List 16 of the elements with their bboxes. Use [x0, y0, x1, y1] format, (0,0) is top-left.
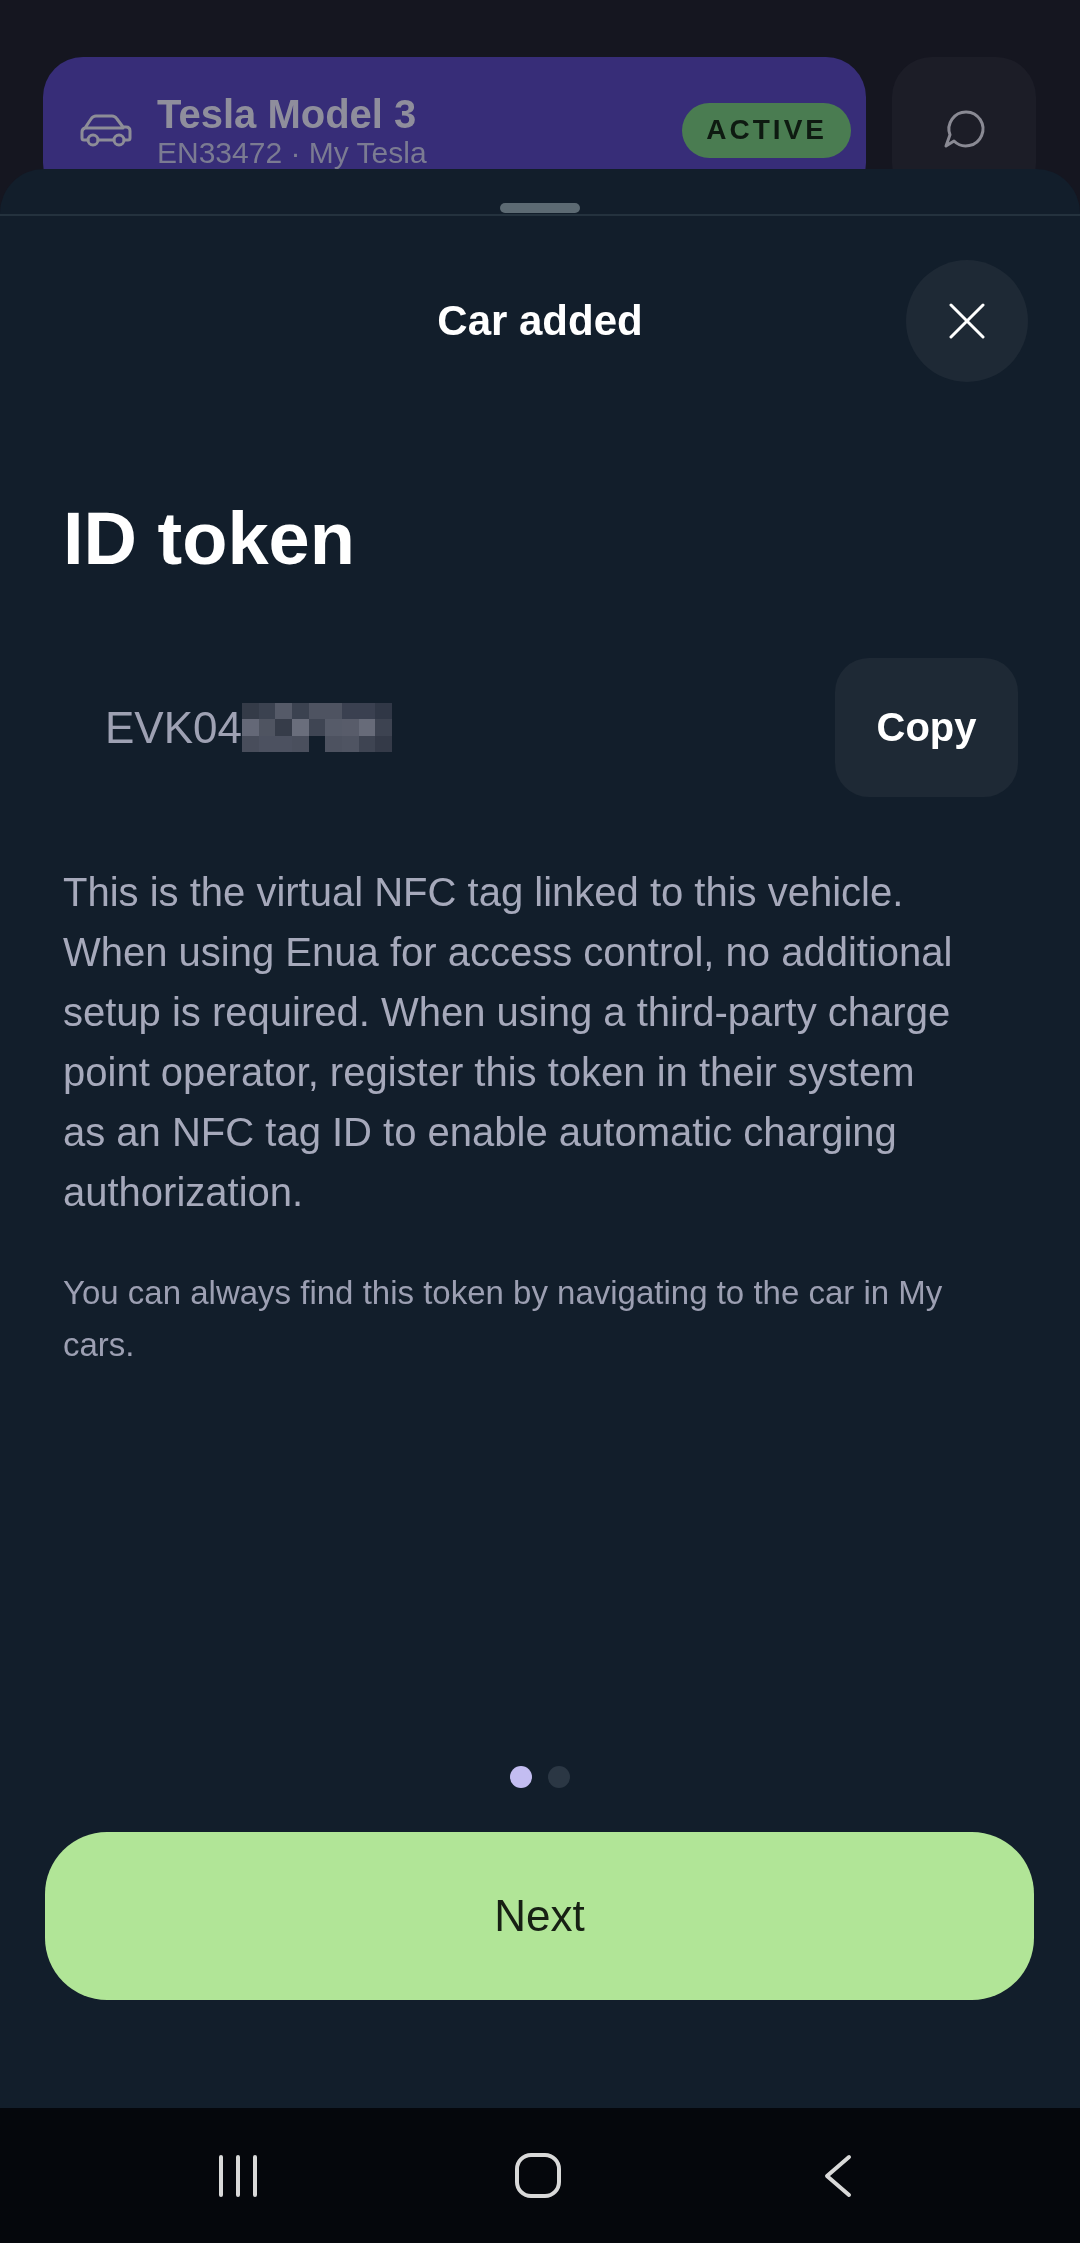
- sheet-title: Car added: [437, 297, 643, 345]
- description-text: This is the virtual NFC tag linked to this vehicle. When using Enua for access control, no additional setup is required. When using a third-party charge point operator, register this token in their system as an NFC tag ID to enable automatic charging authorization.: [63, 869, 954, 1216]
- note-text: You can always find this token by navigating to the car in My cars.: [63, 1273, 944, 1365]
- token-value: EVK04: [105, 702, 242, 753]
- status-badge: ACTIVE: [682, 102, 851, 158]
- car-icon: [79, 113, 133, 147]
- next-button[interactable]: Next: [45, 1832, 1034, 2000]
- close-icon: [949, 303, 985, 339]
- drag-handle[interactable]: [500, 203, 580, 213]
- recent-apps-icon[interactable]: [218, 2153, 258, 2198]
- back-icon[interactable]: [824, 2153, 852, 2198]
- home-icon[interactable]: [515, 2153, 561, 2198]
- car-name: Tesla Model 3: [157, 91, 418, 137]
- copy-button[interactable]: Copy: [835, 658, 1018, 797]
- car-details: EN33472 · My Tesla: [157, 137, 428, 169]
- section-heading: ID token: [63, 496, 355, 582]
